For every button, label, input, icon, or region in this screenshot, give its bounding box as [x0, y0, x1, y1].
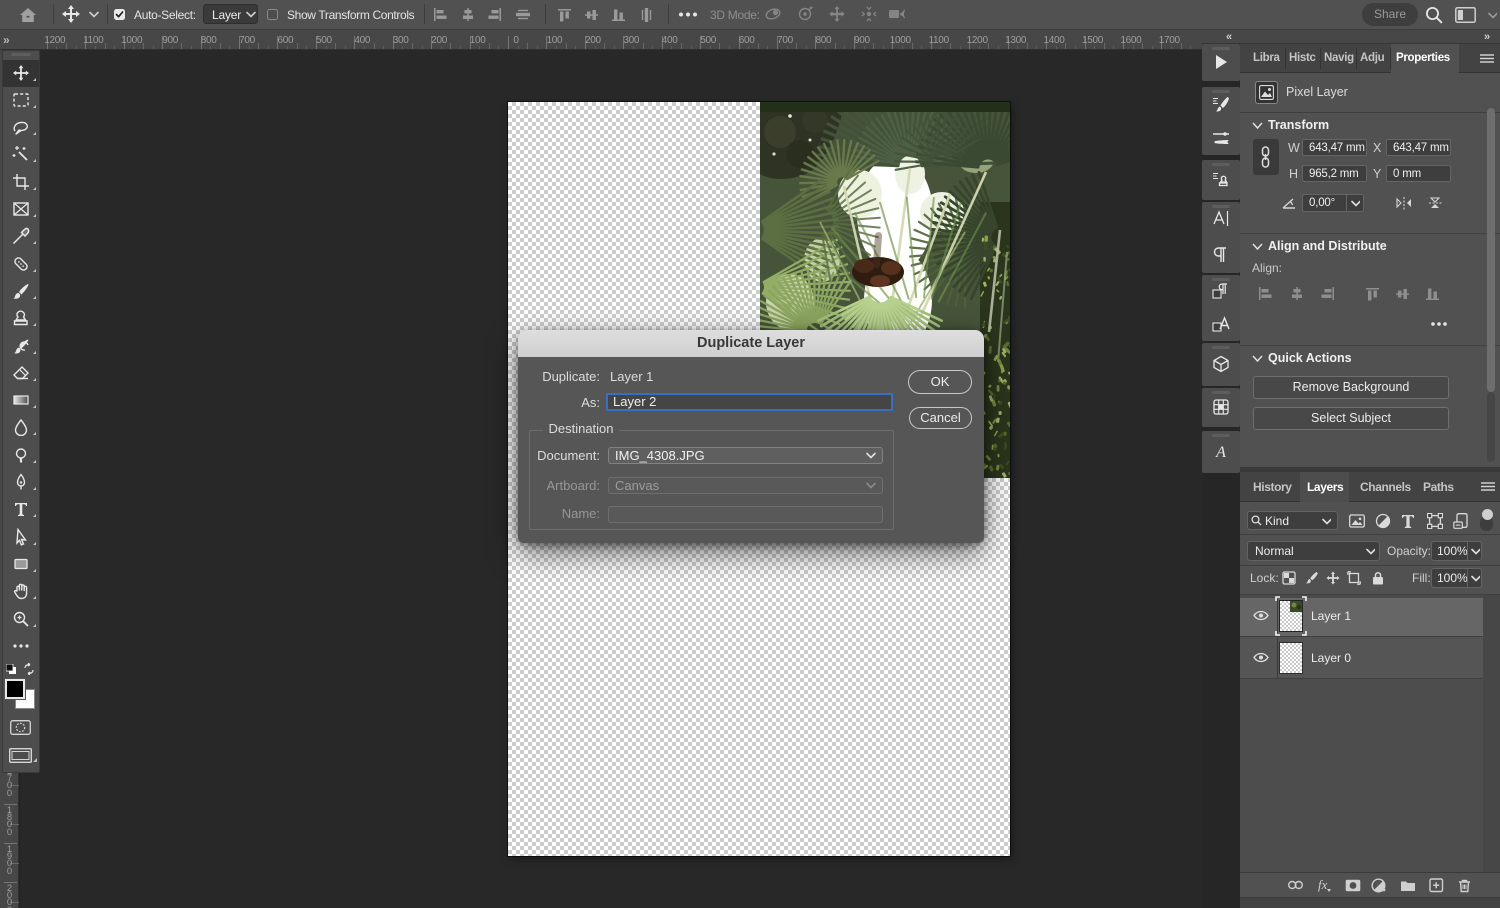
svg-text:A: A: [1215, 444, 1226, 461]
